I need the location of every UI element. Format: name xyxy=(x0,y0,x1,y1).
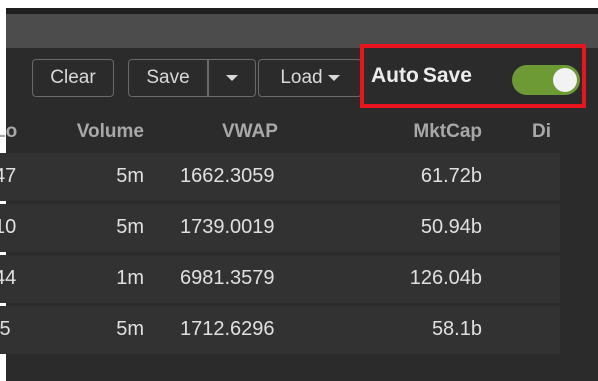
column-header-mktcap[interactable]: MktCap xyxy=(413,121,482,143)
column-header-di[interactable]: Di xyxy=(532,121,551,143)
cell-vwap: 1712.6296 xyxy=(180,318,275,340)
cell-mktcap: 61.72b xyxy=(420,165,482,187)
save-button[interactable]: Save xyxy=(129,67,207,89)
cell-volume: 5m xyxy=(116,318,144,340)
load-button-label: Load xyxy=(280,67,323,88)
table-row[interactable]: 47 5m 1662.3059 61.72b xyxy=(0,153,560,201)
cell-mktcap: 58.1b xyxy=(431,318,482,340)
chevron-down-icon xyxy=(225,75,238,81)
save-split-button: Save xyxy=(128,59,256,97)
title-bar xyxy=(6,8,598,48)
cell-lo: 47 xyxy=(0,165,17,187)
column-header-vwap[interactable]: VWAP xyxy=(222,121,342,143)
table-header: Lo Volume VWAP MktCap Di xyxy=(0,121,598,151)
autosave-label-word2: Save xyxy=(422,64,472,87)
cell-lo: 44 xyxy=(0,267,17,289)
autosave-label-word1: Auto xyxy=(371,64,419,87)
cell-vwap: 1662.3059 xyxy=(180,165,275,187)
chevron-down-icon xyxy=(327,75,340,81)
cell-volume: 5m xyxy=(116,165,144,187)
column-header-lo[interactable]: Lo xyxy=(0,121,17,143)
table-row[interactable]: .5 5m 1712.6296 58.1b xyxy=(0,306,560,354)
cell-vwap: 6981.3579 xyxy=(180,267,275,289)
column-header-volume[interactable]: Volume xyxy=(77,121,144,143)
cell-mktcap: 126.04b xyxy=(409,267,482,289)
clear-button-label: Clear xyxy=(50,67,96,88)
cell-volume: 1m xyxy=(116,267,144,289)
save-dropdown-button[interactable] xyxy=(209,75,256,81)
table-row[interactable]: 10 5m 1739.0019 50.94b xyxy=(0,204,560,252)
toggle-knob xyxy=(553,68,577,92)
cell-lo: 10 xyxy=(0,216,17,238)
cell-lo: .5 xyxy=(0,318,11,340)
load-dropdown-button[interactable]: Load xyxy=(258,59,362,97)
cell-volume: 5m xyxy=(116,216,144,238)
cell-vwap: 1739.0019 xyxy=(180,216,275,238)
cell-mktcap: 50.94b xyxy=(420,216,482,238)
autosave-toggle[interactable] xyxy=(512,65,580,95)
clear-button[interactable]: Clear xyxy=(32,59,114,97)
autosave-label: Auto Save xyxy=(371,64,472,88)
table-row[interactable]: 44 1m 6981.3579 126.04b xyxy=(0,255,560,303)
